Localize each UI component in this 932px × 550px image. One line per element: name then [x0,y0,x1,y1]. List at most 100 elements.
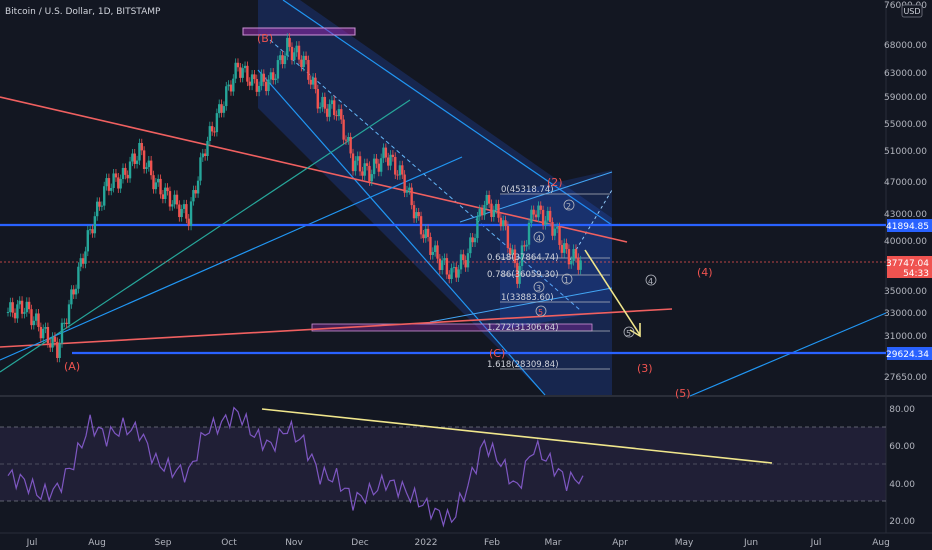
candle-body[interactable] [372,158,376,175]
candle-body[interactable] [272,72,275,81]
candle-body[interactable] [288,37,291,47]
candle-body[interactable] [210,126,214,132]
candle-body[interactable] [44,326,47,329]
candle-body[interactable] [201,153,204,158]
candle-body[interactable] [398,165,402,176]
candle-body[interactable] [379,158,383,172]
candle-body[interactable] [79,258,82,267]
candle-body[interactable] [185,204,188,219]
candle-body[interactable] [370,174,373,182]
candle-body[interactable] [450,268,453,280]
candle-body[interactable] [234,62,237,79]
candle-body[interactable] [417,212,420,217]
candle-body[interactable] [100,205,104,207]
candle-body[interactable] [203,153,207,157]
candle-body[interactable] [408,187,411,191]
candle-body[interactable] [466,253,470,268]
candle-body[interactable] [128,161,132,179]
candle-body[interactable] [189,201,193,226]
candle-body[interactable] [530,209,533,223]
candle-body[interactable] [194,190,197,194]
candle-body[interactable] [81,258,85,264]
candle-body[interactable] [276,60,280,79]
candle-body[interactable] [119,178,122,189]
candle-body[interactable] [222,106,226,113]
candle-body[interactable] [342,119,345,140]
candle-body[interactable] [262,73,266,82]
candle-body[interactable] [499,217,503,227]
candle-body[interactable] [173,194,176,205]
candle-body[interactable] [243,65,247,69]
candle-body[interactable] [316,89,319,109]
candle-body[interactable] [537,205,540,218]
candle-body[interactable] [180,208,183,218]
candle-body[interactable] [58,343,61,358]
candle-body[interactable] [565,243,568,250]
candle-body[interactable] [95,201,99,217]
candle-body[interactable] [396,174,399,176]
candle-body[interactable] [25,301,28,313]
candle-body[interactable] [161,194,165,199]
candle-body[interactable] [37,313,40,327]
candle-body[interactable] [455,267,458,278]
candle-body[interactable] [13,312,17,319]
candle-body[interactable] [311,77,315,85]
candle-body[interactable] [70,289,73,305]
candle-body[interactable] [504,220,507,226]
candle-body[interactable] [471,237,474,243]
candle-body[interactable] [166,187,169,192]
candle-body[interactable] [426,228,430,237]
candle-body[interactable] [525,244,528,247]
candle-body[interactable] [321,96,324,108]
candle-body[interactable] [253,74,256,80]
candle-body[interactable] [30,309,33,326]
candle-body[interactable] [6,312,10,313]
candle-body[interactable] [551,222,554,236]
trading-chart[interactable]: (A) (B) (C) (2) (3) (4) (5) 3 2 4 1 5 4 … [0,0,932,550]
candle-body[interactable] [302,55,305,68]
candle-body[interactable] [328,104,331,117]
candle-body[interactable] [548,210,552,223]
candle-body[interactable] [16,304,19,319]
candle-body[interactable] [124,167,127,175]
candle-body[interactable] [457,269,460,278]
candle-body[interactable] [255,79,258,92]
candle-body[interactable] [236,62,240,68]
candle-body[interactable] [314,77,317,90]
candle-body[interactable] [452,267,456,269]
candle-body[interactable] [337,109,341,117]
candle-body[interactable] [567,249,571,265]
candle-body[interactable] [218,104,221,114]
candle-body[interactable] [135,160,139,164]
candle-body[interactable] [140,142,143,151]
candle-body[interactable] [295,45,298,53]
candle-body[interactable] [206,140,209,157]
candle-body[interactable] [110,187,113,191]
candle-body[interactable] [27,301,31,310]
candle-body[interactable] [84,251,87,264]
candle-body[interactable] [445,258,449,275]
candle-body[interactable] [309,79,312,85]
candle-body[interactable] [401,165,404,175]
candle-body[interactable] [246,65,249,82]
candle-body[interactable] [86,230,89,252]
candle-body[interactable] [487,194,491,204]
candle-body[interactable] [215,113,219,133]
candle-body[interactable] [558,227,561,245]
candle-body[interactable] [114,173,118,178]
candle-body[interactable] [574,249,578,258]
candle-body[interactable] [333,100,336,116]
candle-body[interactable] [403,174,406,193]
candle-body[interactable] [365,163,369,166]
candle-body[interactable] [279,55,282,61]
candle-body[interactable] [307,59,310,80]
candle-body[interactable] [419,216,423,235]
candle-body[interactable] [9,302,12,312]
candle-body[interactable] [93,216,97,234]
candle-body[interactable] [175,194,179,205]
candle-body[interactable] [431,251,434,255]
candle-body[interactable] [264,81,268,92]
candle-body[interactable] [103,186,106,206]
candle-body[interactable] [142,150,146,169]
candle-body[interactable] [490,203,493,217]
